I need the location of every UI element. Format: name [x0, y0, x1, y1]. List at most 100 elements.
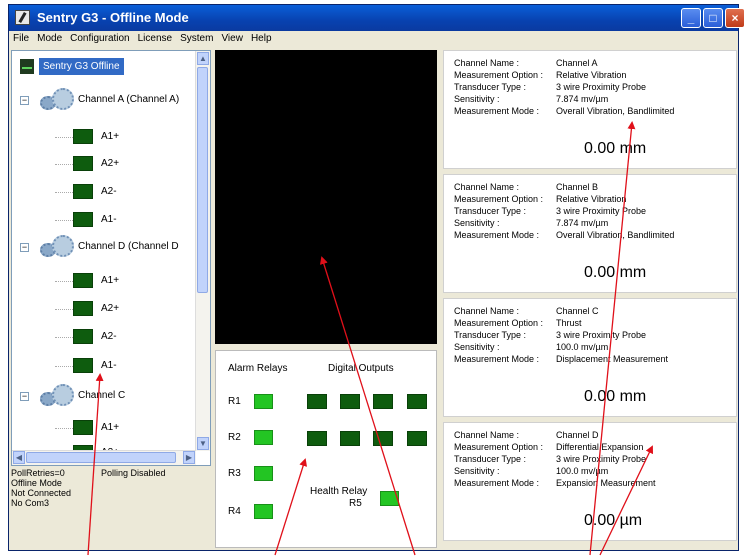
menu-help[interactable]: Help	[247, 31, 276, 44]
channel-name-value: Channel A	[556, 58, 598, 68]
channel-name-value: Channel C	[556, 306, 599, 316]
window-title: Sentry G3 - Offline Mode	[37, 10, 189, 25]
menu-file[interactable]: File	[9, 31, 33, 44]
field-label: Sensitivity :	[454, 466, 500, 476]
tree-vertical-scrollbar[interactable]: ▲ ▼	[195, 51, 210, 451]
tree-leaf-label: A1-	[101, 360, 117, 371]
measurement-option-value: Thrust	[556, 318, 582, 328]
measurement-option-value: Differential Expansion	[556, 442, 644, 452]
probe-status-icon	[73, 420, 93, 435]
relay-label: R1	[228, 396, 241, 407]
maximize-button[interactable]: □	[703, 8, 723, 28]
health-relay-indicator	[380, 491, 399, 506]
field-label: Channel Name :	[454, 430, 520, 440]
health-relay-id: R5	[349, 498, 362, 509]
menu-license[interactable]: License	[134, 31, 176, 44]
channel-info-column: Channel Name : Measurement Option : Tran…	[443, 50, 737, 548]
channel-name-value: Channel D	[556, 430, 599, 440]
field-label: Measurement Mode :	[454, 478, 540, 488]
tree-root-label: Sentry G3 Offline	[39, 58, 124, 75]
connection-status-text: Not Connected	[11, 488, 72, 498]
tree-leaf-label: A1-	[101, 214, 117, 225]
field-label: Sensitivity :	[454, 342, 500, 352]
digital-output-indicator	[307, 394, 327, 409]
probe-status-icon	[73, 156, 93, 171]
polling-status-text: Polling Disabled	[101, 468, 166, 478]
field-label: Measurement Mode :	[454, 106, 540, 116]
channel-info-panel: Channel Name : Measurement Option : Tran…	[443, 422, 737, 541]
scroll-down-icon[interactable]: ▼	[197, 437, 209, 450]
title-bar[interactable]: Sentry G3 - Offline Mode _ □ ×	[9, 5, 745, 31]
tree-leaf-label: A1+	[101, 131, 120, 142]
measurement-mode-value: Expansion Measurement	[556, 478, 656, 488]
transducer-type-value: 3 wire Proximity Probe	[556, 206, 647, 216]
tree-horizontal-scrollbar[interactable]: ◀ ▶	[12, 450, 196, 465]
app-logo-icon	[15, 10, 30, 25]
field-label: Channel Name :	[454, 58, 520, 68]
tree-scroll-thumb[interactable]	[197, 67, 208, 293]
sensitivity-value: 100.0 mv/µm	[556, 466, 609, 476]
tree-channel-label: Channel A (Channel A)	[78, 94, 180, 105]
field-label: Sensitivity :	[454, 218, 500, 228]
alarm-relay-indicator	[254, 394, 273, 409]
tree-channel-label: Channel C	[78, 390, 126, 401]
tree-leaf-label: A1+	[101, 275, 120, 286]
menu-mode[interactable]: Mode	[33, 31, 66, 44]
app-window: Sentry G3 - Offline Mode _ □ × File Mode C…	[8, 4, 745, 551]
digital-output-indicator	[373, 394, 393, 409]
relay-panel: Alarm Relays Digital Outputs R1 R2 R3 R4…	[215, 350, 437, 548]
probe-status-icon	[73, 358, 93, 373]
collapse-icon[interactable]: −	[20, 392, 29, 401]
scroll-left-icon[interactable]: ◀	[13, 451, 25, 464]
transducer-type-value: 3 wire Proximity Probe	[556, 330, 647, 340]
scroll-right-icon[interactable]: ▶	[183, 451, 195, 464]
transducer-type-value: 3 wire Proximity Probe	[556, 82, 647, 92]
device-tree: Sentry G3 Offline − Channel A (Channel A…	[11, 50, 211, 466]
tree-channel-label: Channel D (Channel D	[78, 241, 179, 252]
probe-status-icon	[73, 273, 93, 288]
field-label: Channel Name :	[454, 182, 520, 192]
collapse-icon[interactable]: −	[20, 243, 29, 252]
tree-leaf-label: A1+	[101, 422, 120, 433]
minimize-button[interactable]: _	[681, 8, 701, 28]
probe-status-icon	[73, 329, 93, 344]
measurement-option-value: Relative Vibration	[556, 70, 627, 80]
field-label: Channel Name :	[454, 306, 520, 316]
tree-leaf-label: A2-	[101, 331, 117, 342]
measurement-option-value: Relative Vibration	[556, 194, 627, 204]
device-offline-icon	[20, 59, 34, 74]
close-button[interactable]: ×	[725, 8, 745, 28]
channel-reading: 0.00 mm	[584, 140, 647, 157]
alarm-relay-indicator	[254, 504, 273, 519]
menu-view[interactable]: View	[217, 31, 247, 44]
field-label: Sensitivity :	[454, 94, 500, 104]
field-label: Transducer Type :	[454, 330, 527, 340]
field-label: Transducer Type :	[454, 82, 527, 92]
relay-label: R2	[228, 432, 241, 443]
tree-leaf-label: A2+	[101, 158, 120, 169]
alarm-relays-heading: Alarm Relays	[228, 363, 288, 374]
field-label: Measurement Option :	[454, 442, 544, 452]
menu-system[interactable]: System	[176, 31, 217, 44]
gears-icon	[40, 88, 76, 112]
gears-icon	[40, 384, 76, 408]
field-label: Measurement Mode :	[454, 230, 540, 240]
gears-icon	[40, 235, 76, 259]
channel-reading: 0.00 mm	[584, 264, 647, 281]
collapse-icon[interactable]: −	[20, 96, 29, 105]
field-label: Measurement Option :	[454, 194, 544, 204]
digital-output-indicator	[373, 431, 393, 446]
scroll-up-icon[interactable]: ▲	[197, 52, 209, 65]
menu-configuration[interactable]: Configuration	[66, 31, 133, 44]
digital-output-indicator	[340, 394, 360, 409]
measurement-mode-value: Overall Vibration, Bandlimited	[556, 230, 675, 240]
tree-hscroll-thumb[interactable]	[26, 452, 176, 463]
digital-output-indicator	[407, 431, 427, 446]
probe-status-icon	[73, 301, 93, 316]
relay-label: R3	[228, 468, 241, 479]
probe-status-icon	[73, 212, 93, 227]
tree-leaf-label: A2+	[101, 303, 120, 314]
menu-bar: File Mode Configuration License System View He…	[9, 31, 738, 48]
port-status-text: No Com3	[11, 498, 50, 508]
digital-output-indicator	[340, 431, 360, 446]
